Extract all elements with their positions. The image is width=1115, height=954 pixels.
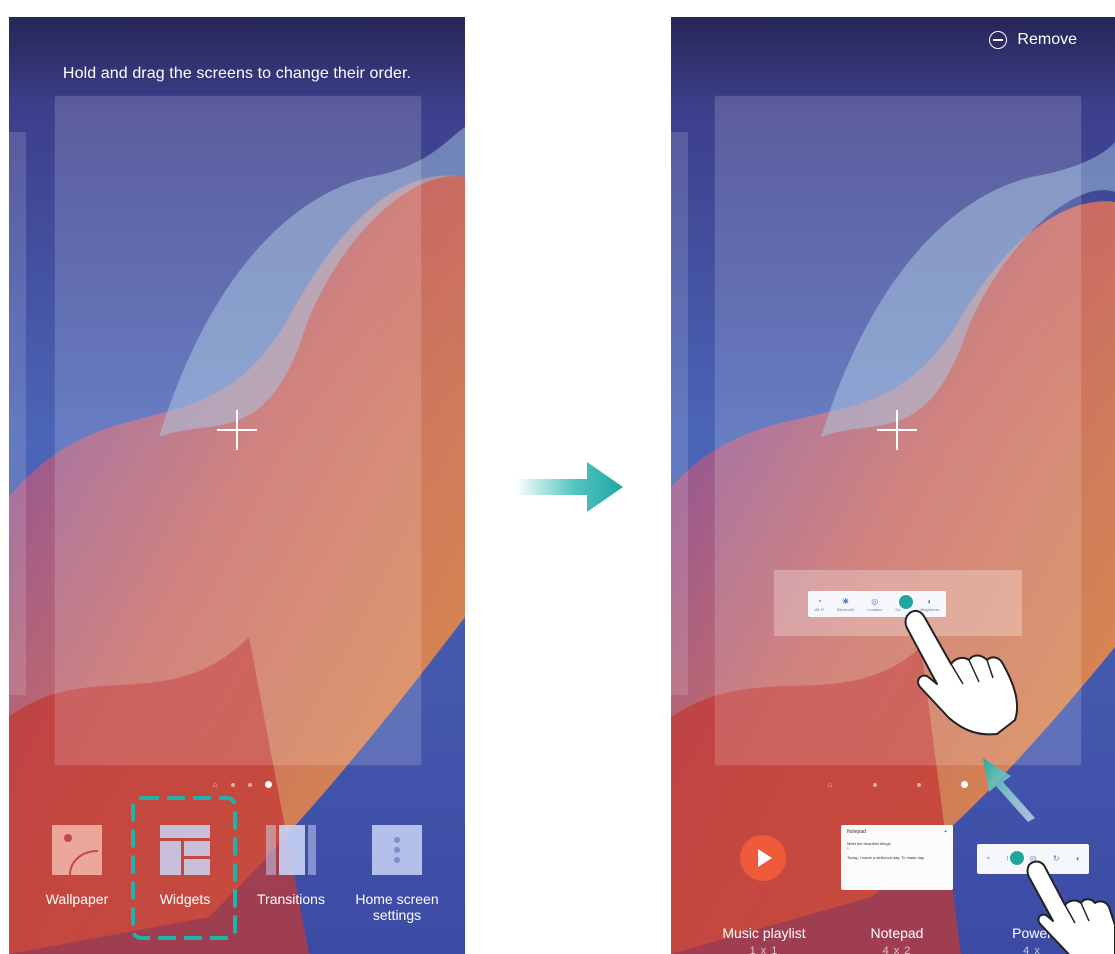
- previous-screen-preview[interactable]: [671, 132, 688, 695]
- bluetooth-switch: ✱ Bluetooth: [837, 596, 855, 612]
- home-screen-settings-label: Home screen settings: [355, 891, 439, 923]
- widget-name: Music playlist: [722, 925, 806, 941]
- drag-direction-arrow-icon: [983, 758, 1035, 822]
- widget-name: Notepad: [870, 925, 924, 941]
- plus-icon: +: [944, 829, 947, 835]
- transitions-button[interactable]: Transitions: [236, 825, 346, 907]
- remove-label: Remove: [1017, 31, 1077, 48]
- phone-screen-edit-mode: Hold and drag the screens to change thei…: [9, 17, 465, 954]
- wallpaper-button[interactable]: Wallpaper: [22, 825, 132, 907]
- reorder-hint-text: Hold and drag the screens to change thei…: [62, 65, 412, 82]
- notepad-preview-title: Notepad: [847, 829, 866, 835]
- notepad-preview-line: Today, I made a delicious day. To make d…: [847, 855, 924, 860]
- page-dot: [917, 782, 921, 787]
- wifi-switch: ◔ Wi-Fi: [814, 596, 824, 612]
- wallpaper-icon: [52, 825, 102, 876]
- home-screen-settings-icon: [372, 825, 422, 875]
- location-switch: ◎ Location: [867, 596, 883, 612]
- home-dot-icon: ⌂: [827, 779, 833, 789]
- page-dot: [873, 782, 877, 787]
- page-indicator: ⌂: [827, 779, 968, 789]
- music-playlist-widget[interactable]: Music playlist 1 x 1: [699, 925, 829, 954]
- notepad-widget-preview[interactable]: Notepad + Meet the beautiful things ● Tod…: [841, 825, 953, 890]
- home-screen-settings-button[interactable]: Home screen settings: [342, 825, 452, 923]
- wallpaper-label: Wallpaper: [45, 891, 109, 907]
- music-playlist-play-icon[interactable]: [740, 835, 786, 881]
- transition-arrow-icon: [515, 462, 623, 512]
- notepad-widget[interactable]: Notepad 4 x 2: [832, 925, 962, 954]
- remove-minus-icon: [989, 31, 1008, 49]
- transitions-icon: [266, 825, 316, 875]
- home-dot-icon: ⌂: [212, 779, 218, 789]
- widgets-highlight-frame: [131, 796, 237, 940]
- previous-screen-preview[interactable]: [9, 132, 26, 695]
- hand-gesture-icon: [904, 610, 1019, 736]
- page-dot-active: [265, 781, 272, 788]
- hand-gesture-icon: [1026, 860, 1115, 954]
- wifi-switch: ◔: [985, 854, 991, 863]
- phone-screen-widget-mode: Remove ◔Wi-Fi ✱Bluetooth ◎Location ☾Do n…: [671, 17, 1115, 954]
- add-screen-plus-icon[interactable]: [877, 410, 917, 450]
- remove-button[interactable]: Remove: [989, 31, 1077, 49]
- page-dot-active: [961, 781, 968, 788]
- add-screen-plus-icon[interactable]: [217, 410, 257, 450]
- page-indicator: ⌂: [212, 779, 272, 789]
- transitions-label: Transitions: [257, 891, 325, 907]
- page-dot: [248, 782, 252, 787]
- page-dot: [231, 782, 235, 787]
- notepad-preview-meta: ●: [847, 846, 849, 850]
